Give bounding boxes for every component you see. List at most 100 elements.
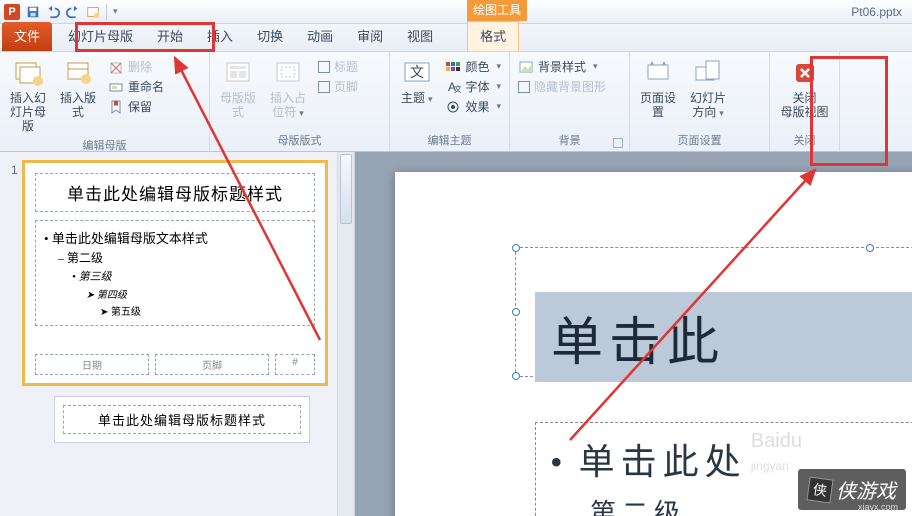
insert-placeholder-icon (272, 57, 304, 89)
slide-orientation-button[interactable]: 幻灯片方向 (684, 55, 732, 130)
background-styles-icon (518, 59, 534, 75)
watermark-logo-icon: 侠 (806, 476, 833, 503)
preserve-icon (108, 99, 124, 115)
preserve-button[interactable]: 保留 (104, 97, 168, 116)
page-setup-button[interactable]: 页面设置 (634, 55, 682, 130)
slide-number: 1 (11, 163, 18, 177)
footer-placeholders: 日期 页脚 # (35, 354, 315, 375)
body-level-3: 第三级 (72, 267, 306, 285)
rename-icon (108, 79, 124, 95)
date-placeholder: 日期 (35, 354, 149, 375)
insert-slide-master-button[interactable]: 插入幻灯片母版 (4, 55, 52, 135)
title-bar-right: Pt06.pptx (851, 0, 912, 24)
ribbon-tabs: 文件 幻灯片母版 开始 插入 切换 动画 审阅 视图 绘图工具 格式 (0, 24, 912, 52)
new-slide-qat-icon[interactable] (86, 5, 100, 19)
body-level-2: 第二级 (58, 248, 306, 267)
layout-thumbnail[interactable]: 单击此处编辑母版标题样式 (54, 396, 310, 443)
hide-background-checkbox: 隐藏背景图形 (514, 77, 610, 96)
title-placeholder: 单击此处编辑母版标题样式 (35, 173, 315, 212)
tab-transitions[interactable]: 切换 (245, 22, 295, 51)
orientation-icon (692, 57, 724, 89)
master-layout-icon (222, 57, 254, 89)
undo-icon[interactable] (46, 5, 60, 19)
footers-checkbox: 页脚 (314, 77, 362, 96)
layout-title-placeholder: 单击此处编辑母版标题样式 (63, 405, 301, 434)
tab-file[interactable]: 文件 (2, 22, 52, 51)
watermark-url: xiayx.com (858, 502, 898, 512)
rename-button[interactable]: 重命名 (104, 77, 168, 96)
site-watermark: 侠 侠游戏 xiayx.com (798, 469, 906, 510)
effects-button[interactable]: 效果 (441, 97, 505, 116)
canvas-title-placeholder[interactable]: 单击此 (535, 292, 912, 382)
qat-customize-icon[interactable]: ▾ (113, 6, 118, 17)
group-master-layout: 母版版式 插入占位符 标题 页脚 母版版式 (210, 52, 390, 151)
group-label-close: 关闭 (774, 130, 835, 151)
checkbox-icon (518, 81, 530, 93)
redo-icon[interactable] (66, 5, 80, 19)
tab-view[interactable]: 视图 (395, 22, 445, 51)
delete-button[interactable]: 删除 (104, 57, 168, 76)
qat-separator (106, 4, 107, 20)
svg-text:文: 文 (410, 65, 424, 81)
insert-layout-button[interactable]: 插入版式 (54, 55, 102, 135)
themes-button[interactable]: 文 主题 (394, 55, 439, 130)
group-page-setup: 页面设置 幻灯片方向 页面设置 (630, 52, 770, 151)
insert-layout-label: 插入版式 (56, 91, 100, 119)
group-label-page-setup: 页面设置 (634, 130, 765, 151)
watermark-text: 侠游戏 (836, 475, 896, 504)
app-icon: P (4, 4, 20, 20)
group-label-background: 背景 (514, 130, 625, 151)
group-close: 关闭母版视图 关闭 (770, 52, 840, 151)
tab-format[interactable]: 格式 (467, 21, 519, 51)
ribbon: 插入幻灯片母版 插入版式 删除 重命名 保留 编辑母版 母版版式 插入占位符 (0, 52, 912, 152)
checkbox-icon (318, 61, 330, 73)
fonts-button[interactable]: A文字体 (441, 77, 505, 96)
scrollbar-handle[interactable] (340, 154, 352, 224)
tab-home[interactable]: 开始 (145, 22, 195, 51)
close-master-view-button[interactable]: 关闭母版视图 (775, 55, 835, 130)
tab-review[interactable]: 审阅 (345, 22, 395, 51)
themes-icon: 文 (401, 57, 433, 89)
footer-placeholder: 页脚 (155, 354, 269, 375)
contextual-tab-group: 绘图工具 格式 (467, 21, 519, 51)
background-styles-button[interactable]: 背景样式 (514, 57, 610, 76)
body-placeholder: 单击此处编辑母版文本样式 第二级 第三级 第四级 第五级 (35, 220, 315, 326)
slide-edit-area[interactable]: 单击此 单击此处 第二级 (355, 152, 912, 516)
dialog-launcher-icon[interactable] (613, 138, 623, 148)
insert-layout-icon (62, 57, 94, 89)
master-layout-button: 母版版式 (214, 55, 262, 130)
thumbnail-pane[interactable]: 1 单击此处编辑母版标题样式 单击此处编辑母版文本样式 第二级 第三级 第四级 … (0, 152, 355, 516)
group-edit-master: 插入幻灯片母版 插入版式 删除 重命名 保留 编辑母版 (0, 52, 210, 151)
group-edit-theme: 文 主题 颜色 A文字体 效果 编辑主题 (390, 52, 510, 151)
fonts-icon: A文 (445, 79, 461, 95)
group-background: 背景样式 隐藏背景图形 背景 (510, 52, 630, 151)
delete-icon (108, 59, 124, 75)
close-master-view-label: 关闭母版视图 (780, 91, 828, 119)
svg-text:文: 文 (454, 84, 461, 94)
slide-canvas[interactable]: 单击此 单击此处 第二级 (395, 172, 912, 516)
slidenum-placeholder: # (275, 354, 315, 375)
title-checkbox: 标题 (314, 57, 362, 76)
thumbnail-scrollbar[interactable] (337, 152, 354, 516)
quick-access-toolbar: P ▾ (0, 0, 912, 24)
master-thumbnail[interactable]: 1 单击此处编辑母版标题样式 单击此处编辑母版文本样式 第二级 第三级 第四级 … (22, 160, 328, 386)
contextual-title: 绘图工具 (467, 0, 527, 21)
checkbox-icon (318, 81, 330, 93)
insert-slide-master-icon (12, 57, 44, 89)
document-filename: Pt06.pptx (851, 5, 912, 19)
body-level-4: 第四级 (86, 285, 306, 302)
insert-placeholder-button: 插入占位符 (264, 55, 312, 130)
body-level-1: 单击此处编辑母版文本样式 (44, 227, 306, 248)
colors-button[interactable]: 颜色 (441, 57, 505, 76)
effects-icon (445, 99, 461, 115)
insert-slide-master-label: 插入幻灯片母版 (6, 91, 50, 133)
save-icon[interactable] (26, 5, 40, 19)
colors-icon (445, 59, 461, 75)
group-label-master-layout: 母版版式 (214, 130, 385, 151)
tab-slide-master[interactable]: 幻灯片母版 (56, 22, 145, 51)
group-label-edit-theme: 编辑主题 (394, 130, 505, 151)
page-setup-icon (642, 57, 674, 89)
tab-insert[interactable]: 插入 (195, 22, 245, 51)
tab-animations[interactable]: 动画 (295, 22, 345, 51)
close-icon (789, 57, 821, 89)
